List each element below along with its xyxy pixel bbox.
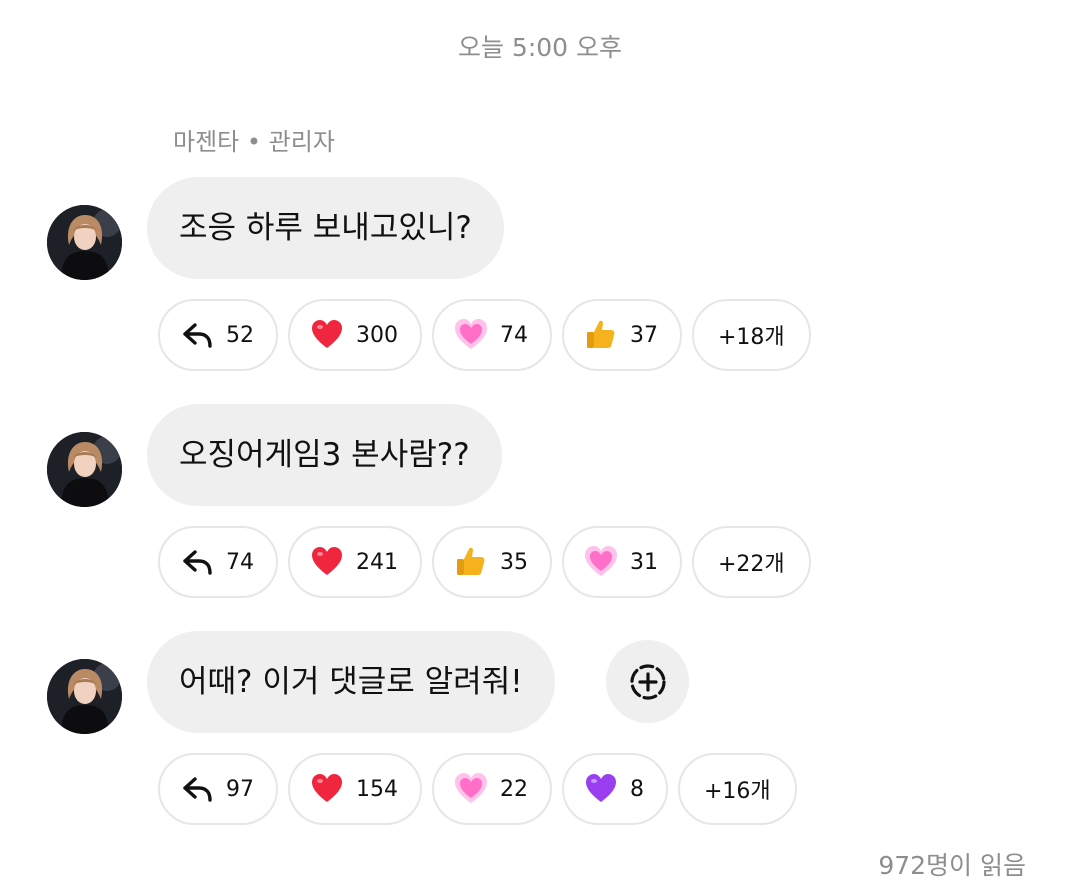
reaction-count: 74 [226, 549, 254, 575]
purple-heart-icon [584, 772, 618, 806]
reaction-purple-heart[interactable]: 8 [562, 753, 668, 825]
pink-growing-heart-icon [454, 772, 488, 806]
red-heart-icon [310, 772, 344, 806]
reaction-count: 31 [630, 549, 658, 575]
red-heart-icon [310, 545, 344, 579]
reaction-count: 300 [356, 322, 398, 348]
reaction-count: 52 [226, 322, 254, 348]
more-reactions-button[interactable]: +16개 [678, 753, 797, 825]
reply-arrow-icon [180, 318, 214, 352]
reaction-count: 8 [630, 776, 644, 802]
more-reactions-button[interactable]: +18개 [692, 299, 811, 371]
read-receipt: 972명이 읽음 [878, 851, 1026, 880]
message-bubble[interactable]: 어때? 이거 댓글로 알려줘! [147, 631, 555, 733]
reaction-bar: 97 154 22 8 +16개 [158, 753, 797, 825]
message-bubble[interactable]: 조응 하루 보내고있니? [147, 177, 504, 279]
reply-arrow-icon [180, 545, 214, 579]
red-heart-icon [310, 318, 344, 352]
reaction-thumbs-up[interactable]: 35 [432, 526, 552, 598]
pink-growing-heart-icon [584, 545, 618, 579]
reaction-red-heart[interactable]: 300 [288, 299, 422, 371]
reaction-count: 154 [356, 776, 398, 802]
timestamp: 오늘 5:00 오후 [457, 33, 623, 62]
reaction-pink-heart[interactable]: 74 [432, 299, 552, 371]
thumbs-up-icon [454, 545, 488, 579]
more-reactions-button[interactable]: +22개 [692, 526, 811, 598]
avatar[interactable] [47, 432, 122, 507]
reaction-count: 35 [500, 549, 528, 575]
reaction-count: 22 [500, 776, 528, 802]
sender-name: 마젠타 • 관리자 [173, 128, 335, 156]
pink-growing-heart-icon [454, 318, 488, 352]
reaction-reply[interactable]: 97 [158, 753, 278, 825]
thumbs-up-icon [584, 318, 618, 352]
add-reaction-icon [629, 663, 666, 700]
reaction-count: 74 [500, 322, 528, 348]
reaction-reply[interactable]: 74 [158, 526, 278, 598]
add-reaction-button[interactable] [606, 640, 689, 723]
reaction-reply[interactable]: 52 [158, 299, 278, 371]
reaction-red-heart[interactable]: 154 [288, 753, 422, 825]
reaction-pink-heart[interactable]: 31 [562, 526, 682, 598]
avatar[interactable] [47, 659, 122, 734]
avatar[interactable] [47, 205, 122, 280]
reaction-count: 37 [630, 322, 658, 348]
reaction-bar: 74 241 35 31 +22개 [158, 526, 811, 598]
reaction-bar: 52 300 74 37 +18개 [158, 299, 811, 371]
reaction-count: 97 [226, 776, 254, 802]
reaction-pink-heart[interactable]: 22 [432, 753, 552, 825]
reaction-count: 241 [356, 549, 398, 575]
message-bubble[interactable]: 오징어게임3 본사람?? [147, 404, 502, 506]
reply-arrow-icon [180, 772, 214, 806]
reaction-thumbs-up[interactable]: 37 [562, 299, 682, 371]
reaction-red-heart[interactable]: 241 [288, 526, 422, 598]
